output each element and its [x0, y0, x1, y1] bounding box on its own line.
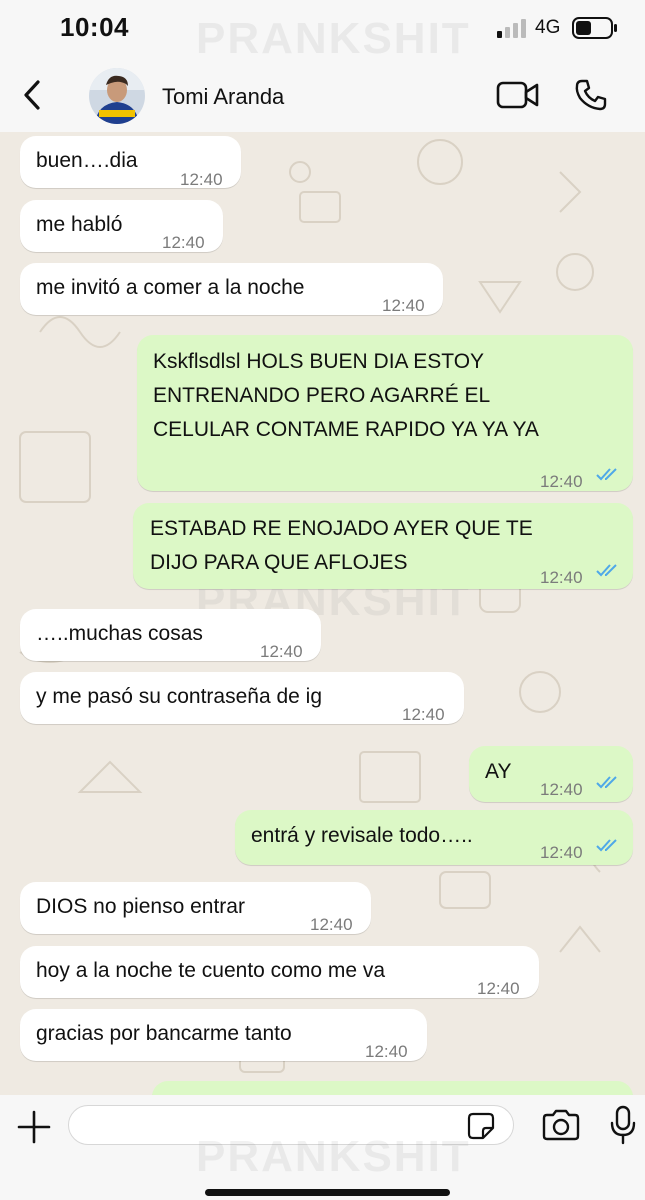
message-time: 12:40: [540, 568, 583, 587]
message-time: 12:40: [180, 170, 223, 189]
read-receipt-icon: [596, 564, 617, 577]
video-call-icon[interactable]: [496, 80, 540, 110]
message-bubble-incoming[interactable]: me habló 12:40: [20, 200, 223, 252]
message-bubble-incoming[interactable]: hoy a la noche te cuento como me va 12:4…: [20, 946, 539, 998]
signal-icon: [497, 19, 526, 38]
message-time: 12:40: [365, 1042, 408, 1061]
message-bubble-incoming[interactable]: me invitó a comer a la noche 12:40: [20, 263, 443, 315]
message-bubble-outgoing[interactable]: ESTABAD RE ENOJADO AYER QUE TE DIJO PARA…: [133, 503, 633, 589]
message-text: …..muchas cosas: [36, 622, 203, 645]
message-text-line: CELULAR CONTAME RAPIDO YA YA YA: [153, 418, 539, 441]
message-text: me invitó a comer a la noche: [36, 276, 305, 299]
message-text-line: DIJO PARA QUE AFLOJES: [150, 551, 408, 574]
message-time: 12:40: [402, 705, 445, 724]
message-text: gracias por bancarme tanto: [36, 1022, 292, 1045]
message-time: 12:40: [162, 233, 205, 252]
read-receipt-icon: [596, 839, 617, 852]
message-bubble-outgoing[interactable]: AY 12:40: [469, 746, 633, 802]
message-time: 12:40: [540, 780, 583, 799]
message-text: y me pasó su contraseña de ig: [36, 685, 323, 708]
message-time: 12:40: [382, 296, 425, 315]
home-indicator[interactable]: [205, 1189, 450, 1196]
message-text: hoy a la noche te cuento como me va: [36, 959, 386, 982]
contact-name[interactable]: Tomi Aranda: [162, 84, 284, 110]
message-text: DIOS no pienso entrar: [36, 895, 245, 918]
message-bubble-incoming[interactable]: …..muchas cosas 12:40: [20, 609, 321, 661]
message-text-line: ENTRENANDO PERO AGARRÉ EL: [153, 384, 491, 407]
message-text: me habló: [36, 213, 123, 236]
network-label: 4G: [535, 17, 561, 38]
message-time: 12:40: [260, 642, 303, 661]
message-bubble-incoming[interactable]: DIOS no pienso entrar 12:40: [20, 882, 371, 934]
watermark: PRANKSHIT: [196, 14, 471, 63]
message-text: buen….dia: [36, 149, 138, 172]
status-time: 10:04: [60, 12, 129, 42]
message-bubble-incoming[interactable]: buen….dia 12:40: [20, 136, 241, 189]
message-time: 12:40: [540, 843, 583, 862]
message-bubble-outgoing[interactable]: entrá y revisale todo….. 12:40: [235, 810, 633, 865]
phone-call-icon[interactable]: [574, 78, 608, 112]
input-bar: PRANKSHIT: [0, 1095, 645, 1200]
message-text-line: ESTABAD RE ENOJADO AYER QUE TE: [150, 517, 533, 540]
message-text-line: Kskflsdlsl HOLS BUEN DIA ESTOY: [153, 350, 485, 373]
battery-icon: [572, 17, 617, 39]
microphone-icon[interactable]: [609, 1105, 637, 1145]
watermark: PRANKSHIT: [196, 1132, 471, 1181]
message-bubble-incoming[interactable]: y me pasó su contraseña de ig 12:40: [20, 672, 464, 724]
message-text: AY: [485, 760, 512, 783]
plus-icon[interactable]: [16, 1109, 52, 1145]
message-time: 12:40: [540, 472, 583, 491]
sticker-icon[interactable]: [467, 1112, 495, 1140]
message-bubble-incoming[interactable]: gracias por bancarme tanto 12:40: [20, 1009, 427, 1061]
chat-area[interactable]: PRANKSHIT PRANKSHIT buen….dia 12:40 me h…: [0, 132, 645, 1095]
chat-header: Tomi Aranda: [0, 56, 645, 132]
message-bubble-outgoing[interactable]: Kskflsdlsl HOLS BUEN DIA ESTOY ENTRENAND…: [137, 335, 633, 491]
back-chevron-icon[interactable]: [20, 78, 44, 112]
message-bubble-outgoing-partial[interactable]: [152, 1081, 633, 1095]
message-text: entrá y revisale todo…..: [251, 824, 473, 847]
read-receipt-icon: [596, 776, 617, 789]
read-receipt-icon: [596, 468, 617, 481]
avatar[interactable]: [89, 68, 145, 124]
camera-icon[interactable]: [541, 1109, 581, 1141]
message-time: 12:40: [310, 915, 353, 934]
message-time: 12:40: [477, 979, 520, 998]
